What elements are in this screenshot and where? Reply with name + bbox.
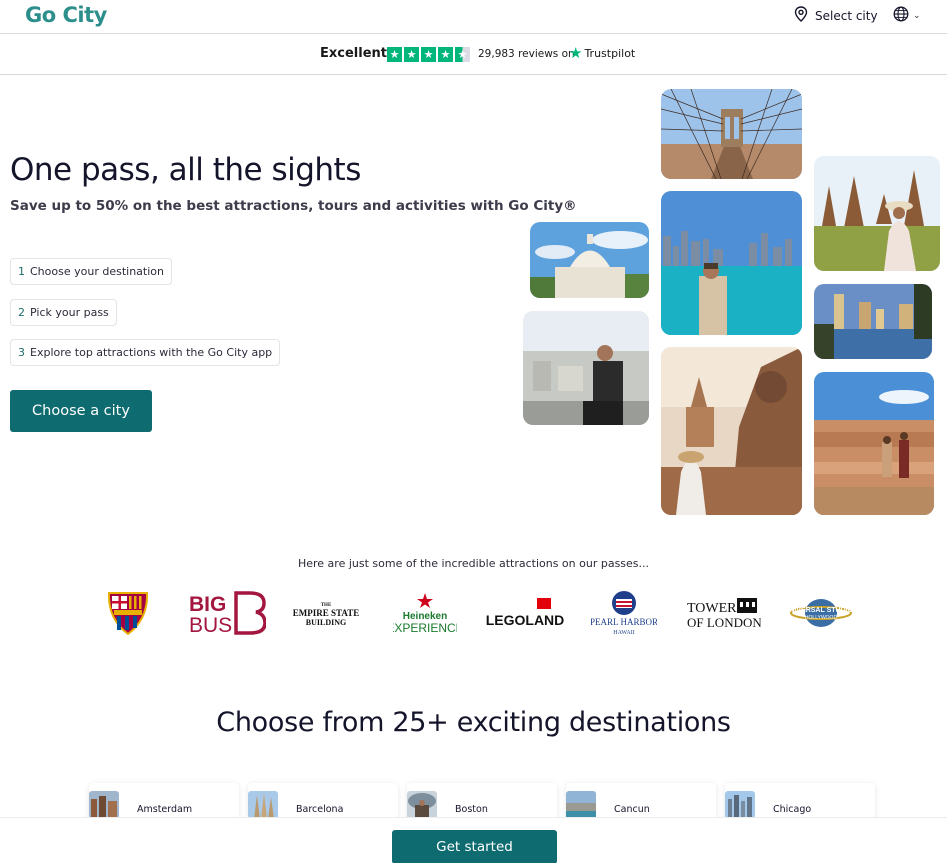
destination-thumb (725, 791, 755, 819)
svg-text:OF LONDON: OF LONDON (687, 615, 761, 630)
big-bus-logo: BIG BUS (188, 585, 266, 640)
trustpilot-review-count: 29,983 reviews on (478, 48, 575, 60)
step-2: 2 Pick your pass (10, 299, 117, 326)
hero-subtitle: Save up to 50% on the best attractions, … (10, 198, 577, 214)
svg-text:BUILDING: BUILDING (306, 618, 346, 627)
trustpilot-stars: ★ ★ ★ ★ ★ (387, 47, 470, 62)
svg-text:LEGOLAND: LEGOLAND (486, 612, 564, 628)
photo-grand-canyon (814, 372, 934, 515)
step-number: 1 (18, 265, 25, 278)
step-number: 3 (18, 346, 25, 359)
big-bus-wordmark: BIG BUS (189, 590, 266, 635)
destination-name: Chicago (773, 804, 812, 815)
svg-text:UNIVERSAL STUDIOS: UNIVERSAL STUDIOS (786, 607, 856, 614)
star-icon: ★ (421, 47, 436, 62)
universal-studios-logo: UNIVERSAL STUDIOS HOLLYWOOD (786, 585, 856, 640)
destinations-title: Choose from 25+ exciting destinations (216, 707, 731, 738)
star-icon: ★ (387, 47, 402, 62)
destination-name: Barcelona (296, 804, 344, 815)
hero-title: One pass, all the sights (10, 152, 361, 188)
destination-name: Amsterdam (137, 804, 193, 815)
attractions-caption: Here are just some of the incredible att… (297, 557, 650, 570)
photo-tourist-selfie (523, 311, 649, 425)
destination-thumb (407, 791, 437, 819)
go-city-logo[interactable]: Go City (25, 3, 107, 27)
map-pin-icon (794, 6, 808, 25)
step-3: 3 Explore top attractions with the Go Ci… (10, 339, 281, 366)
photo-thai-temple (814, 156, 940, 271)
site-header: Go City Select city ⌄ (0, 0, 947, 34)
destination-name: Cancun (614, 804, 650, 815)
pearl-harbor-wordmark: PEARL HARBOR HAWAII (591, 590, 657, 636)
step-label: Choose your destination (30, 265, 164, 278)
photo-las-vegas (814, 284, 932, 359)
select-city-label: Select city (815, 8, 878, 23)
sticky-footer: Get started (0, 817, 947, 863)
photo-buddha-statue (661, 347, 802, 515)
svg-text:EXPERIENCE: EXPERIENCE (393, 621, 457, 635)
get-started-button[interactable]: Get started (392, 830, 557, 863)
step-label: Pick your pass (30, 306, 109, 319)
star-icon: ★ (438, 47, 453, 62)
destination-thumb (248, 791, 278, 819)
destination-name: Boston (455, 804, 488, 815)
svg-text:HAWAII: HAWAII (613, 630, 635, 636)
svg-text:BUS: BUS (189, 614, 232, 635)
select-city-button[interactable]: Select city (794, 6, 878, 25)
photo-brooklyn-bridge (661, 89, 802, 179)
heineken-experience-logo: Heineken EXPERIENCE (393, 585, 457, 640)
choose-a-city-button[interactable]: Choose a city (10, 390, 152, 432)
tower-of-london-logo: TOWER OF LONDON (685, 585, 761, 640)
legoland-logo: LEGOLAND (486, 585, 564, 640)
trustpilot-bar[interactable]: Excellent ★ ★ ★ ★ ★ 29,983 reviews on ★ … (0, 35, 947, 75)
destination-thumb (566, 791, 596, 819)
svg-text:HOLLYWOOD: HOLLYWOOD (805, 615, 838, 621)
empire-state-wordmark: THE EMPIRE STATE BUILDING (293, 603, 359, 627)
legoland-wordmark: LEGOLAND (486, 597, 564, 628)
trustpilot-rating-word: Excellent (320, 46, 387, 61)
trustpilot-brand: ★ Trustpilot (569, 46, 635, 61)
universal-studios-wordmark: UNIVERSAL STUDIOS HOLLYWOOD (786, 598, 856, 627)
star-icon: ★ (404, 47, 419, 62)
svg-text:TOWER: TOWER (687, 601, 737, 616)
trustpilot-brand-label: Trustpilot (584, 47, 636, 60)
destination-thumb (89, 791, 119, 819)
photo-capitol-dome (530, 222, 649, 298)
step-1: 1 Choose your destination (10, 258, 172, 285)
language-selector[interactable]: ⌄ (893, 6, 921, 26)
svg-text:EMPIRE STATE: EMPIRE STATE (293, 608, 359, 618)
step-number: 2 (18, 306, 25, 319)
fc-barcelona-crest (107, 591, 149, 635)
svg-text:PEARL HARBOR: PEARL HARBOR (591, 617, 657, 627)
empire-state-building-logo: THE EMPIRE STATE BUILDING (293, 585, 359, 640)
half-star-icon: ★ (455, 47, 470, 62)
photo-chicago-skyline (661, 191, 802, 335)
heineken-wordmark: Heineken EXPERIENCE (393, 592, 457, 635)
step-label: Explore top attractions with the Go City… (30, 346, 273, 359)
fc-barcelona-logo (106, 585, 150, 640)
trustpilot-star-icon: ★ (569, 44, 583, 62)
pearl-harbor-logo: PEARL HARBOR HAWAII (591, 585, 657, 640)
globe-icon (893, 6, 909, 26)
tower-of-london-wordmark: TOWER OF LONDON (687, 597, 761, 630)
attraction-logos: BIG BUS THE EMPIRE STATE BUILDING Heinek… (100, 585, 860, 640)
chevron-down-icon: ⌄ (913, 11, 921, 21)
svg-text:BIG: BIG (189, 593, 226, 616)
